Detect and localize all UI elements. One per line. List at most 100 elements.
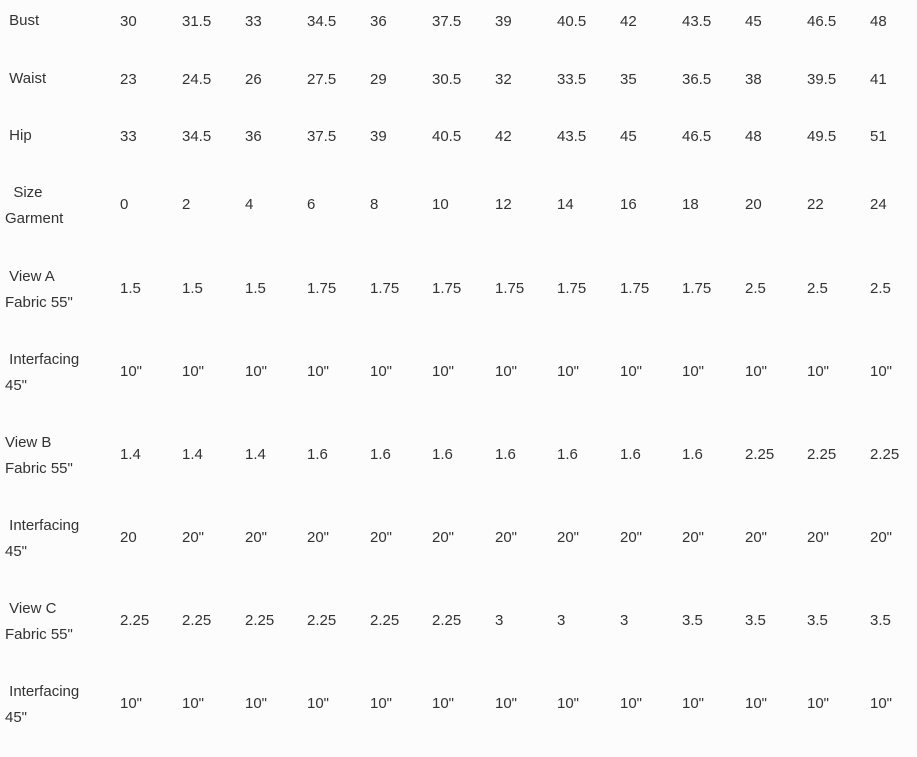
table-cell: 34.5 bbox=[307, 13, 337, 30]
table-cell: 42 bbox=[620, 13, 637, 30]
table-cell: 2.25 bbox=[182, 612, 212, 629]
table-cell: 22 bbox=[807, 196, 824, 213]
table-cell: 33.5 bbox=[557, 71, 587, 88]
row-label: Interfacing 45" bbox=[5, 351, 80, 394]
table-cell: 3 bbox=[495, 612, 504, 629]
table-cell: 32 bbox=[495, 71, 512, 88]
table-cell: 1.75 bbox=[307, 280, 337, 297]
table-cell: 1.4 bbox=[182, 446, 203, 463]
table-cell: 10 bbox=[432, 196, 449, 213]
table-cell: 10" bbox=[307, 695, 330, 712]
table-cell: 10" bbox=[370, 363, 393, 380]
table-cell: 2.25 bbox=[245, 612, 275, 629]
table-cell: 43.5 bbox=[682, 13, 712, 30]
table-cell: 1.4 bbox=[245, 446, 266, 463]
table-cell: 31.5 bbox=[182, 13, 212, 30]
table-cell: 1.75 bbox=[370, 280, 400, 297]
table-cell: 20" bbox=[807, 529, 830, 546]
table-cell: 20 bbox=[745, 196, 762, 213]
table-cell: 2.25 bbox=[745, 446, 775, 463]
table-cell: 1.6 bbox=[307, 446, 328, 463]
table-cell: 23 bbox=[120, 71, 137, 88]
table-cell: 2.25 bbox=[432, 612, 462, 629]
table-cell: 10" bbox=[870, 363, 893, 380]
table-cell: 18 bbox=[682, 196, 699, 213]
table-cell: 20" bbox=[682, 529, 705, 546]
table-cell: 48 bbox=[870, 13, 887, 30]
row-label: Hip bbox=[5, 127, 32, 144]
table-cell: 10" bbox=[745, 695, 768, 712]
table-cell: 40.5 bbox=[432, 128, 462, 145]
table-cell: 2.25 bbox=[807, 446, 837, 463]
table-cell: 27.5 bbox=[307, 71, 337, 88]
table-cell: 10" bbox=[557, 363, 580, 380]
table-cell: 39 bbox=[370, 128, 387, 145]
table-cell: 26 bbox=[245, 71, 262, 88]
table-cell: 38 bbox=[745, 71, 762, 88]
table-cell: 10" bbox=[682, 695, 705, 712]
table-cell: 10" bbox=[620, 695, 643, 712]
table-cell: 8 bbox=[370, 196, 379, 213]
table-cell: 46.5 bbox=[807, 13, 837, 30]
table-cell: 10" bbox=[432, 363, 455, 380]
row-label: Bust bbox=[5, 12, 40, 29]
table-cell: 10" bbox=[120, 695, 143, 712]
table-cell: 1.6 bbox=[370, 446, 391, 463]
table-cell: 42 bbox=[495, 128, 512, 145]
table-cell: 10" bbox=[182, 363, 205, 380]
table-cell: 39.5 bbox=[807, 71, 837, 88]
row-label: Size Garment bbox=[5, 184, 64, 227]
table-cell: 2.25 bbox=[370, 612, 400, 629]
table-cell: 10" bbox=[495, 695, 518, 712]
table-cell: 1.5 bbox=[245, 280, 266, 297]
table-cell: 16 bbox=[620, 196, 637, 213]
table-cell: 20 bbox=[120, 529, 137, 546]
table-cell: 3.5 bbox=[745, 612, 766, 629]
table-cell: 20" bbox=[620, 529, 643, 546]
table-cell: 10" bbox=[182, 695, 205, 712]
table-cell: 14 bbox=[557, 196, 574, 213]
table-cell: 51 bbox=[870, 128, 887, 145]
table-cell: 0 bbox=[120, 196, 129, 213]
table-cell: 10" bbox=[557, 695, 580, 712]
row-label: Interfacing 45" bbox=[5, 517, 80, 560]
row-label: Interfacing 45" bbox=[5, 683, 80, 726]
table-cell: 49.5 bbox=[807, 128, 837, 145]
table-cell: 4 bbox=[245, 196, 254, 213]
table-cell: 48 bbox=[745, 128, 762, 145]
table-cell: 2.25 bbox=[870, 446, 900, 463]
table-cell: 1.75 bbox=[682, 280, 712, 297]
table-cell: 6 bbox=[307, 196, 316, 213]
table-cell: 24.5 bbox=[182, 71, 212, 88]
table-cell: 1.75 bbox=[432, 280, 462, 297]
table-cell: 30 bbox=[120, 13, 137, 30]
table-cell: 1.6 bbox=[557, 446, 578, 463]
table-cell: 10" bbox=[807, 363, 830, 380]
table-cell: 20" bbox=[245, 529, 268, 546]
size-chart-table: Bust 30 31.5 33 34.5 36 37.5 39 40.5 42 43.5 45 46.5… bbox=[0, 0, 917, 757]
table-cell: 10" bbox=[370, 695, 393, 712]
row-label: View B Fabric 55" bbox=[5, 434, 73, 477]
table-cell: 36.5 bbox=[682, 71, 712, 88]
table-cell: 10" bbox=[870, 695, 893, 712]
table-cell: 2 bbox=[182, 196, 191, 213]
table-cell: 10" bbox=[307, 363, 330, 380]
table-cell: 1.75 bbox=[557, 280, 587, 297]
table-cell: 20" bbox=[495, 529, 518, 546]
table-cell: 34.5 bbox=[182, 128, 212, 145]
table-cell: 1.6 bbox=[495, 446, 516, 463]
table-cell: 1.5 bbox=[120, 280, 141, 297]
table-cell: 10" bbox=[432, 695, 455, 712]
table-cell: 1.6 bbox=[432, 446, 453, 463]
table-cell: 10" bbox=[245, 363, 268, 380]
table-cell: 2.25 bbox=[307, 612, 337, 629]
table-cell: 20" bbox=[432, 529, 455, 546]
table-cell: 24 bbox=[870, 196, 887, 213]
table-cell: 37.5 bbox=[432, 13, 462, 30]
table-cell: 10" bbox=[245, 695, 268, 712]
table-cell: 30.5 bbox=[432, 71, 462, 88]
table-cell: 10" bbox=[495, 363, 518, 380]
table-cell: 37.5 bbox=[307, 128, 337, 145]
table-cell: 20" bbox=[557, 529, 580, 546]
table-cell: 39 bbox=[495, 13, 512, 30]
